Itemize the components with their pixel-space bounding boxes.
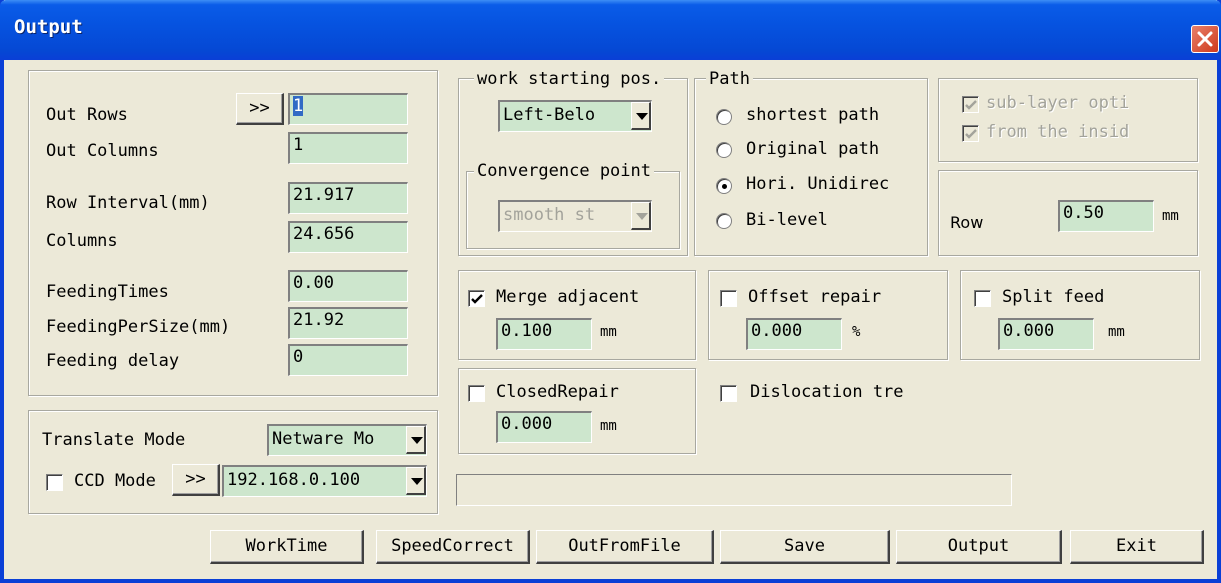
progress-bar xyxy=(456,474,1012,506)
chevron-down-icon[interactable] xyxy=(406,467,426,495)
worktime-button[interactable]: WorkTime xyxy=(210,530,364,564)
from-inside-label: from the insid xyxy=(986,122,1130,142)
sublayer-group xyxy=(938,78,1198,162)
dislocation-checkbox[interactable] xyxy=(720,385,737,402)
feeding-times-label: FeedingTimes xyxy=(46,282,169,302)
chevron-down-icon[interactable] xyxy=(406,426,426,454)
bi-level-radio[interactable] xyxy=(716,213,732,229)
row-label: Row xyxy=(950,213,984,232)
out-rows-expand-button[interactable]: >> xyxy=(236,93,284,125)
close-button[interactable] xyxy=(1191,25,1219,53)
hori-unidirec-radio[interactable] xyxy=(716,178,732,194)
closed-repair-label: ClosedRepair xyxy=(496,382,619,402)
feeding-per-size-input[interactable]: 21.92 xyxy=(288,307,408,339)
ccd-mode-label: CCD Modе xyxy=(74,471,156,491)
closed-repair-unit: mm xyxy=(600,418,617,434)
offset-repair-label: Offset repair xyxy=(748,287,882,307)
out-columns-input[interactable]: 1 xyxy=(288,132,408,164)
save-button[interactable]: Save xyxy=(720,530,890,564)
sub-layer-label: sub-layer opti xyxy=(986,93,1130,113)
check-icon xyxy=(471,294,483,304)
output-button[interactable]: Output xyxy=(896,530,1062,564)
out-rows-label: Out Rows xyxy=(46,105,128,125)
translate-mode-select[interactable]: Netware Mo xyxy=(267,424,427,456)
path-legend: Path xyxy=(706,69,753,89)
output-dialog: Output Out Rows >> 1 Out Columns 1 Row I… xyxy=(0,0,1221,583)
chevron-down-icon[interactable] xyxy=(631,202,651,230)
convergence-select[interactable]: smooth st xyxy=(498,200,652,232)
merge-adjacent-checkbox[interactable] xyxy=(468,290,485,307)
split-feed-unit: mm xyxy=(1108,324,1125,340)
closed-repair-checkbox[interactable] xyxy=(468,385,485,402)
exit-button[interactable]: Exit xyxy=(1070,530,1204,564)
translate-mode-label: Translate Mode xyxy=(42,430,186,450)
ip-address-select[interactable]: 192.168.0.100 xyxy=(222,465,427,497)
feeding-per-size-label: FeedingPerSize(mm) xyxy=(46,317,231,337)
close-icon xyxy=(1197,31,1213,47)
row-input[interactable]: 0.50 xyxy=(1058,200,1154,232)
out-columns-label: Out Columns xyxy=(46,141,159,161)
convergence-legend: Convergence point xyxy=(474,161,654,181)
offset-repair-input[interactable]: 0.000 xyxy=(746,318,842,350)
split-feed-label: Split feed xyxy=(1002,287,1105,307)
offset-repair-checkbox[interactable] xyxy=(720,290,737,307)
original-path-label: Original path xyxy=(746,139,880,159)
split-feed-checkbox[interactable] xyxy=(974,290,991,307)
offset-repair-unit: % xyxy=(852,324,861,340)
ccd-expand-button[interactable]: >> xyxy=(172,464,220,496)
split-feed-input[interactable]: 0.000 xyxy=(998,318,1094,350)
row-unit: mm xyxy=(1162,208,1179,224)
merge-adjacent-input[interactable]: 0.100 xyxy=(496,318,592,350)
feeding-delay-label: Feeding delay xyxy=(46,351,180,371)
speedcorrect-button[interactable]: SpeedCorrect xyxy=(376,530,530,564)
row-interval-label: Row Interval(mm) xyxy=(46,193,210,213)
from-inside-checkbox[interactable] xyxy=(962,125,979,142)
merge-adjacent-label: Merge adjacent xyxy=(496,287,640,307)
row-interval-input[interactable]: 21.917 xyxy=(288,182,408,214)
feeding-delay-input[interactable]: 0 xyxy=(288,344,408,376)
hori-unidirec-label: Hori. Unidirec xyxy=(746,174,890,194)
shortest-path-label: shortest path xyxy=(746,105,880,125)
feeding-times-input[interactable]: 0.00 xyxy=(288,270,408,302)
sub-layer-checkbox[interactable] xyxy=(962,96,979,113)
check-icon xyxy=(965,100,977,110)
out-rows-input[interactable]: 1 xyxy=(288,93,408,125)
bi-level-label: Bi-level xyxy=(746,210,828,230)
window-title: Output xyxy=(14,16,83,38)
closed-repair-input[interactable]: 0.000 xyxy=(496,411,592,443)
chevron-down-icon[interactable] xyxy=(631,102,651,130)
shortest-path-radio[interactable] xyxy=(716,109,732,125)
title-bar: Output xyxy=(0,0,1221,60)
original-path-radio[interactable] xyxy=(716,142,732,158)
outfromfile-button[interactable]: OutFromFile xyxy=(536,530,714,564)
start-pos-legend: work starting pos. xyxy=(474,69,665,89)
check-icon xyxy=(965,129,977,139)
merge-adjacent-unit: mm xyxy=(600,324,617,340)
ccd-mode-checkbox[interactable] xyxy=(46,474,63,491)
start-pos-select[interactable]: Left-Belo xyxy=(498,100,652,132)
columns-label: Columns xyxy=(46,231,118,251)
dislocation-label: Dislocation tre xyxy=(750,382,904,402)
columns-input[interactable]: 24.656 xyxy=(288,221,408,253)
